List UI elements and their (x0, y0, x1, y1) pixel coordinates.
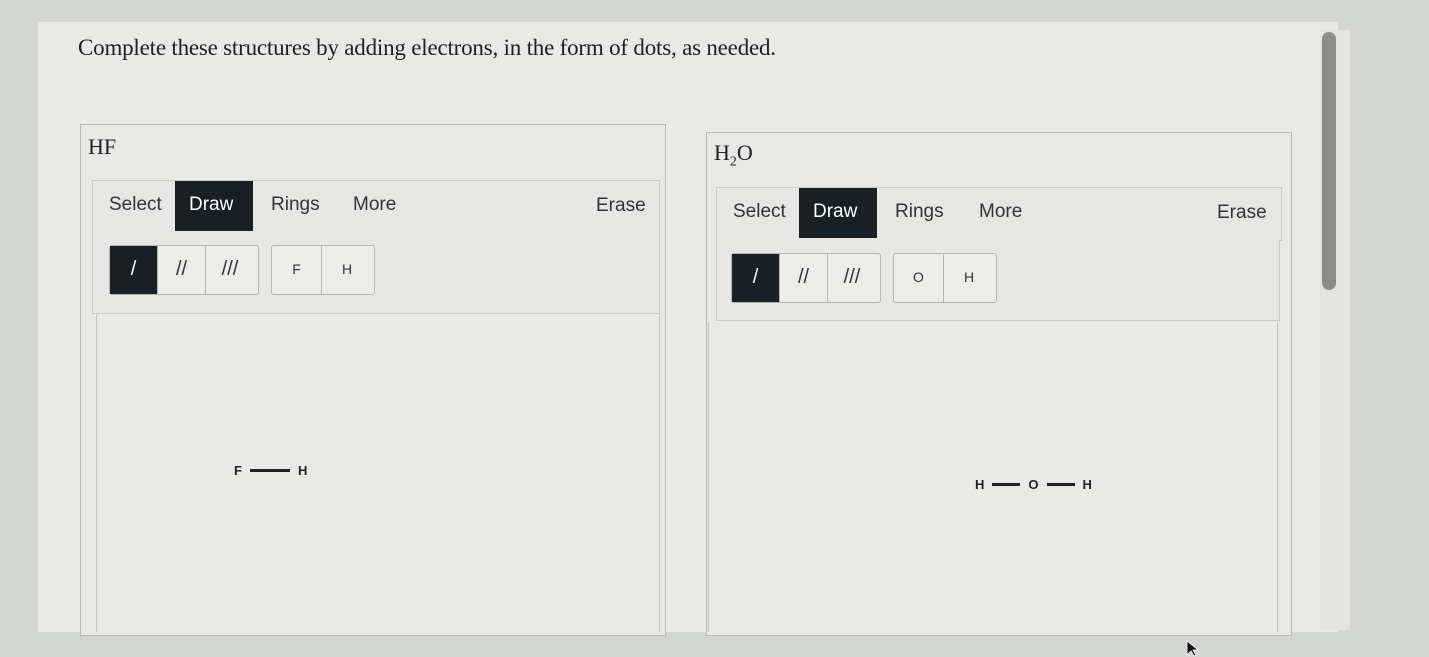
tab-more[interactable]: More (339, 181, 410, 231)
triple-bond-button[interactable]: /// (828, 254, 876, 302)
panel-title-text: HF (88, 134, 117, 159)
atom-label[interactable]: H (298, 463, 307, 478)
draw-options-bar: / // /// O H (716, 240, 1280, 321)
atom-selector: O H (893, 253, 997, 303)
instruction-text: Complete these structures by adding elec… (78, 35, 776, 60)
panel-title-subscript: 2 (729, 154, 737, 170)
tab-draw[interactable]: Draw (799, 188, 877, 238)
molecule-hf: F H (234, 463, 307, 478)
tab-select[interactable]: Select (95, 181, 176, 231)
draw-options-bar: / // /// F H (92, 233, 660, 314)
atom-button-h[interactable]: H (322, 246, 372, 294)
tab-rings[interactable]: Rings (881, 188, 958, 238)
atom-button-h[interactable]: H (944, 254, 994, 302)
double-bond-button[interactable]: // (780, 254, 828, 302)
atom-label[interactable]: O (1028, 477, 1038, 492)
atom-label[interactable]: H (975, 477, 984, 492)
erase-button[interactable]: Erase (596, 181, 646, 231)
single-bond[interactable] (1046, 483, 1075, 486)
drawing-canvas[interactable] (96, 314, 660, 632)
atom-label[interactable]: F (234, 463, 242, 478)
panel-title-h2o: H2O (714, 140, 753, 170)
tool-tabs: Select Draw Rings More Erase (716, 187, 1282, 241)
tab-more[interactable]: More (965, 188, 1036, 238)
atom-button-o[interactable]: O (894, 254, 944, 302)
molecule-h2o: H O H (975, 477, 1092, 492)
atom-button-f[interactable]: F (272, 246, 322, 294)
panel-title-text: H (714, 140, 730, 165)
tab-select[interactable]: Select (719, 188, 800, 238)
atom-selector: F H (271, 245, 375, 295)
panel-title-hf: HF (88, 134, 116, 160)
tool-tabs: Select Draw Rings More Erase (92, 180, 660, 234)
double-bond-button[interactable]: // (158, 246, 206, 294)
scrollbar-thumb[interactable] (1322, 32, 1336, 290)
triple-bond-button[interactable]: /// (206, 246, 254, 294)
single-bond-button[interactable]: / (110, 246, 158, 294)
single-bond[interactable] (992, 483, 1021, 486)
single-bond[interactable] (249, 469, 290, 472)
bond-selector: / // /// (109, 245, 259, 295)
bond-selector: / // /// (731, 253, 881, 303)
single-bond-button[interactable]: / (732, 254, 780, 302)
erase-button[interactable]: Erase (1217, 188, 1267, 238)
mouse-pointer-icon (1186, 640, 1200, 657)
tab-rings[interactable]: Rings (257, 181, 334, 231)
panel-title-text-suffix: O (736, 140, 753, 165)
atom-label[interactable]: H (1083, 477, 1092, 492)
tab-draw[interactable]: Draw (175, 181, 253, 231)
